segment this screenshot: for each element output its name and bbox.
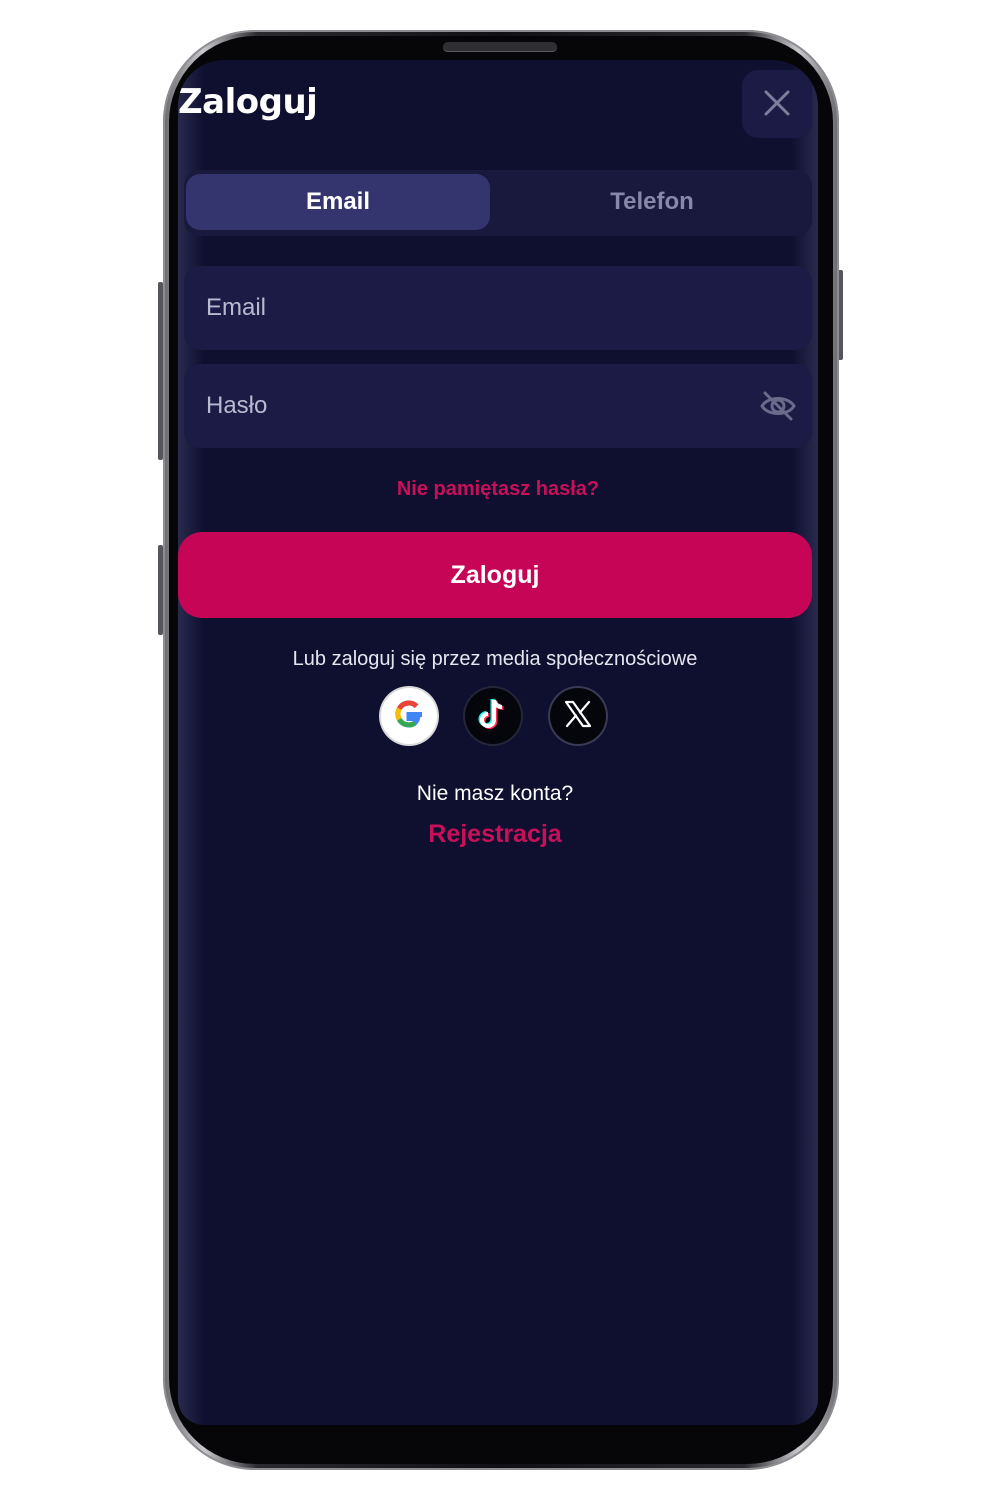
register-link[interactable]: Rejestracja (178, 820, 812, 849)
close-icon (762, 88, 792, 121)
password-input[interactable] (206, 392, 726, 420)
google-login-button[interactable] (381, 688, 437, 744)
tiktok-icon (475, 695, 511, 737)
x-icon (563, 699, 593, 733)
x-login-button[interactable] (550, 688, 606, 744)
screen-edge-right (792, 60, 818, 1425)
tab-email[interactable]: Email (186, 174, 490, 230)
screen-edge-left (178, 60, 204, 1425)
login-screen: Zaloguj Email Telefon Email Nie pamiętas… (178, 60, 818, 1425)
password-field[interactable] (184, 364, 812, 448)
signup-prompt: Nie masz konta? (416, 782, 574, 805)
forgot-password-link[interactable]: Nie pamiętasz hasła? (178, 478, 818, 501)
login-method-tabs: Email Telefon (184, 170, 812, 236)
page-title: Zaloguj (178, 82, 318, 122)
device-stage: Zaloguj Email Telefon Email Nie pamiętas… (0, 0, 1000, 1500)
email-field[interactable] (184, 266, 812, 350)
close-button[interactable] (742, 70, 812, 138)
tab-phone[interactable]: Telefon (496, 174, 808, 230)
phone-speaker (443, 42, 557, 51)
email-input[interactable] (206, 294, 726, 322)
tiktok-login-button[interactable] (465, 688, 521, 744)
google-icon (389, 694, 429, 738)
social-login-prompt: Lub zaloguj się przez media społeczności… (292, 648, 698, 670)
eye-off-icon[interactable] (758, 386, 798, 426)
login-button[interactable]: Zaloguj (178, 532, 812, 618)
